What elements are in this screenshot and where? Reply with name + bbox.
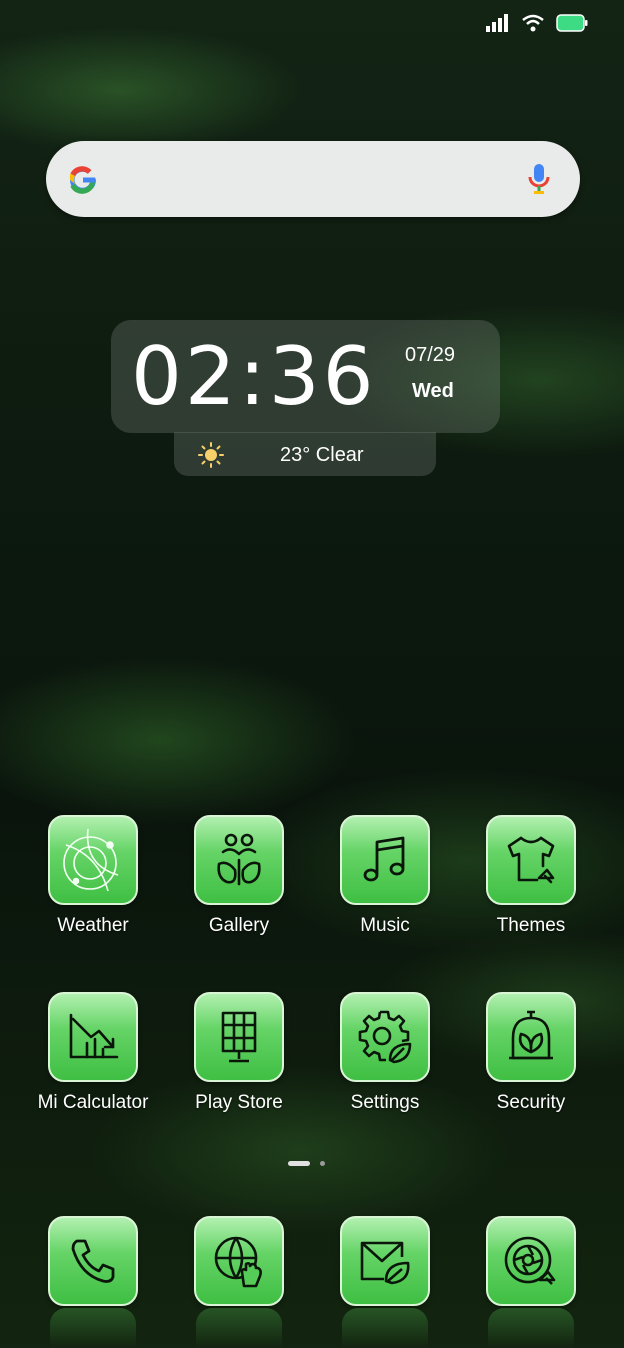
page-dot: [320, 1161, 325, 1166]
clock-time: 02:36: [131, 330, 377, 423]
mail-leaf-icon: [340, 1216, 430, 1306]
app-label: Gallery: [208, 915, 270, 936]
clock-widget[interactable]: 02:36 07/29 Wed: [111, 320, 500, 433]
app-play-store[interactable]: Play Store: [166, 992, 312, 1114]
app-label: Settings: [350, 1092, 420, 1113]
globe-hand-icon: [194, 1216, 284, 1306]
dock-reflection: [196, 1308, 282, 1348]
grid-panel-icon: [194, 992, 284, 1082]
weather-text: 23° Clear: [280, 444, 364, 466]
page-dot-active: [288, 1161, 310, 1166]
microphone-icon[interactable]: [528, 163, 550, 195]
app-label: Music: [360, 915, 410, 936]
tshirt-icon: [486, 815, 576, 905]
app-label: Security: [496, 1092, 566, 1113]
dock-reflection: [488, 1308, 574, 1348]
sun-icon: [198, 442, 224, 468]
clock-weekday: Wed: [412, 380, 454, 402]
battery-icon: [556, 14, 588, 32]
shield-leaf-icon: [486, 992, 576, 1082]
cellular-signal-icon: [486, 14, 508, 32]
google-search-bar[interactable]: [46, 141, 580, 217]
phone-icon: [48, 1216, 138, 1306]
dock-browser[interactable]: [166, 1216, 312, 1306]
app-music[interactable]: Music: [312, 815, 458, 937]
google-g-icon: [69, 166, 97, 194]
app-themes[interactable]: Themes: [458, 815, 604, 937]
weather-widget[interactable]: 23° Clear: [174, 432, 436, 476]
page-indicator[interactable]: [288, 1161, 325, 1166]
app-settings[interactable]: Settings: [312, 992, 458, 1114]
app-security[interactable]: Security: [458, 992, 604, 1114]
app-label: Themes: [496, 915, 566, 936]
trending-down-chart-icon: [48, 992, 138, 1082]
app-label: Mi Calculator: [37, 1092, 149, 1113]
weather-radar-icon: [48, 815, 138, 905]
clock-date: 07/29: [405, 344, 456, 366]
gallery-people-icon: [194, 815, 284, 905]
dock-reflection: [50, 1308, 136, 1348]
app-label: Weather: [57, 915, 129, 936]
app-mi-calculator[interactable]: Mi Calculator: [20, 992, 166, 1114]
wifi-icon: [522, 14, 544, 32]
gear-leaf-icon: [340, 992, 430, 1082]
app-gallery[interactable]: Gallery: [166, 815, 312, 937]
app-weather[interactable]: Weather: [20, 815, 166, 937]
music-note-icon: [340, 815, 430, 905]
status-bar: [486, 14, 588, 32]
app-label: Play Store: [195, 1092, 283, 1113]
dock-phone[interactable]: [20, 1216, 166, 1306]
dock-camera[interactable]: [458, 1216, 604, 1306]
camera-shutter-icon: [486, 1216, 576, 1306]
dock-messages[interactable]: [312, 1216, 458, 1306]
dock-reflection: [342, 1308, 428, 1348]
